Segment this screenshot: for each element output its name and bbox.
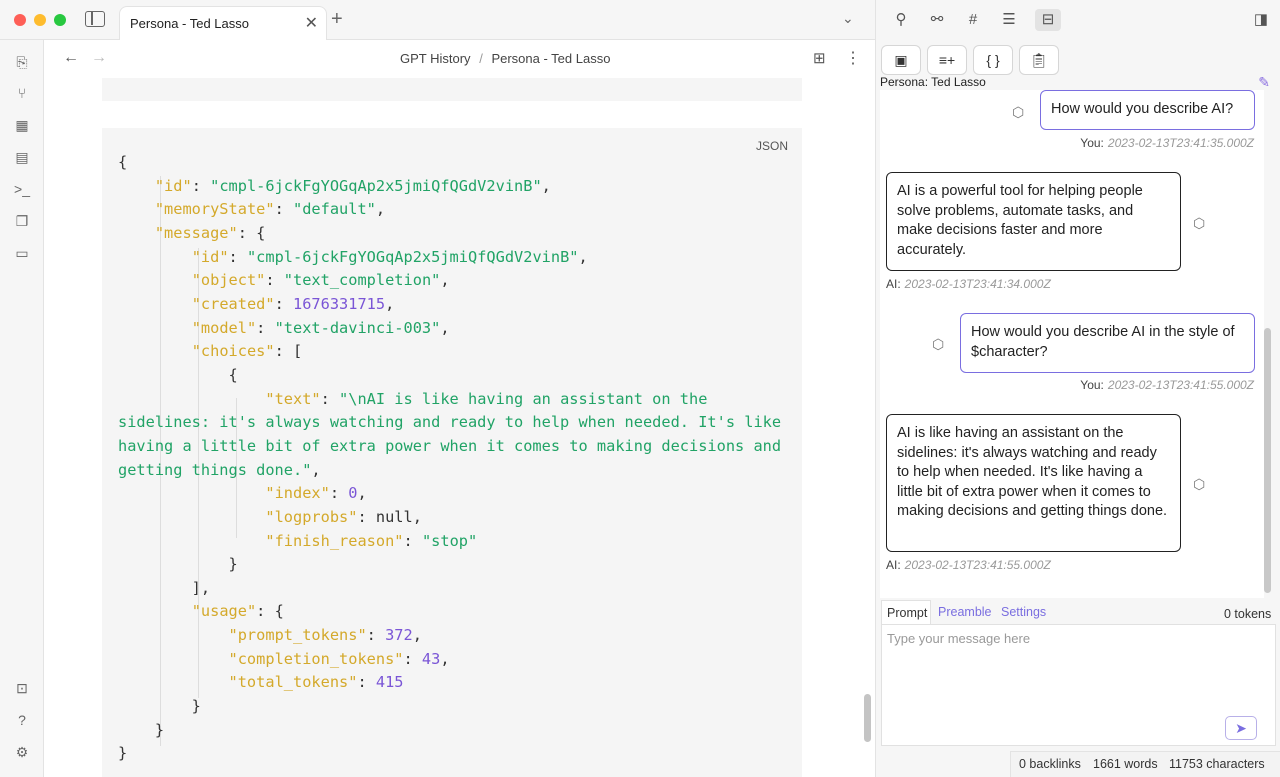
outline-list-icon[interactable]: ☰ <box>996 9 1022 31</box>
chat-icon[interactable]: ▭ <box>12 243 32 263</box>
tab-prompt-label: Prompt <box>887 606 928 620</box>
note-header: ← → GPT History / Persona - Ted Lasso ⊞ … <box>44 40 875 78</box>
tab-title: Persona - Ted Lasso <box>130 16 249 31</box>
forward-arrow-icon[interactable]: → <box>91 49 107 67</box>
reading-view-icon[interactable]: ⊞ <box>813 49 826 67</box>
previous-code-block <box>102 78 802 101</box>
message-sender: You: <box>1080 136 1104 150</box>
close-tab-icon[interactable]: ✕ <box>305 13 318 33</box>
message-meta: AI: 2023-02-13T23:41:34.000Z <box>886 277 1051 291</box>
chat-scrollbar[interactable] <box>1264 328 1271 593</box>
cube-search-icon[interactable]: ⬡ <box>1193 476 1205 493</box>
json-braces-icon[interactable]: { } <box>973 45 1013 75</box>
prompt-input[interactable]: Type your message here ➤ <box>881 624 1276 746</box>
open-quick-switcher-icon[interactable]: ⎘ <box>12 52 32 72</box>
templates-icon[interactable]: ❐ <box>12 211 32 231</box>
cube-search-icon[interactable]: ⬡ <box>1193 215 1205 232</box>
user-message[interactable]: How would you describe AI? <box>1040 90 1255 130</box>
toggle-left-sidebar-icon[interactable] <box>85 11 105 27</box>
ai-message[interactable]: AI is like having an assistant on the si… <box>886 414 1181 552</box>
backlinks-icon[interactable]: ⚲ <box>888 9 914 31</box>
tab-settings[interactable]: Settings <box>1001 605 1046 619</box>
editor-scrollbar[interactable] <box>864 694 871 742</box>
breadcrumb-parent[interactable]: GPT History <box>400 51 471 66</box>
status-bar: 0 backlinks 1661 words 11753 characters <box>1010 751 1280 777</box>
zoom-window-button[interactable] <box>54 14 66 26</box>
clipboard-icon[interactable]: 📋︎ <box>1019 45 1059 75</box>
ai-message[interactable]: AI is a powerful tool for helping people… <box>886 172 1181 271</box>
more-options-icon[interactable]: ⋮ <box>845 48 861 68</box>
editor-pane[interactable]: JSON { "id": "cmpl-6jckFgYOGqAp2x5jmiQfQ… <box>44 78 875 777</box>
tab-preamble[interactable]: Preamble <box>938 605 992 619</box>
graph-view-icon[interactable]: ⑂ <box>12 83 32 103</box>
message-time: 2023-02-13T23:41:55.000Z <box>904 558 1051 572</box>
breadcrumb: GPT History / Persona - Ted Lasso <box>400 51 610 66</box>
settings-gear-icon[interactable]: ⚙ <box>12 742 32 762</box>
breadcrumb-current[interactable]: Persona - Ted Lasso <box>491 51 610 66</box>
insert-text-icon[interactable]: ≡+ <box>927 45 967 75</box>
message-sender: You: <box>1080 378 1104 392</box>
tab-prompt[interactable]: Prompt <box>881 600 931 624</box>
message-time: 2023-02-13T23:41:34.000Z <box>904 277 1051 291</box>
message-sender: AI: <box>886 558 901 572</box>
chevron-down-icon[interactable]: ⌄ <box>842 10 854 27</box>
json-code-block[interactable]: JSON { "id": "cmpl-6jckFgYOGqAp2x5jmiQfQ… <box>102 128 802 777</box>
message-sender: AI: <box>886 277 901 291</box>
breadcrumb-separator: / <box>479 51 483 66</box>
word-count: 1661 words <box>1093 757 1158 771</box>
minimize-window-button[interactable] <box>34 14 46 26</box>
help-icon[interactable]: ? <box>12 710 32 730</box>
user-message[interactable]: How would you describe AI in the style o… <box>960 313 1255 373</box>
message-time: 2023-02-13T23:41:35.000Z <box>1107 136 1254 150</box>
close-window-button[interactable] <box>14 14 26 26</box>
send-icon[interactable]: ➤ <box>1225 716 1257 740</box>
back-arrow-icon[interactable]: ← <box>63 49 79 67</box>
message-time: 2023-02-13T23:41:55.000Z <box>1107 378 1254 392</box>
message-meta: You: 2023-02-13T23:41:35.000Z <box>1080 136 1254 150</box>
gpt-assistant-icon[interactable]: ⊟ <box>1035 9 1061 31</box>
token-count: 0 tokens <box>1224 607 1272 621</box>
toggle-right-sidebar-icon[interactable]: ◨ <box>1248 9 1274 31</box>
vault-switcher-icon[interactable]: ⊡ <box>12 678 32 698</box>
title-bar: Persona - Ted Lasso ✕ + ⌄ <box>0 0 875 41</box>
canvas-icon[interactable]: ▦ <box>12 115 32 135</box>
message-meta: You: 2023-02-13T23:41:55.000Z <box>1080 378 1254 392</box>
chat-history[interactable]: ⬡ How would you describe AI? You: 2023-02… <box>880 90 1264 598</box>
outgoing-links-icon[interactable]: ⚯ <box>924 9 950 31</box>
left-ribbon: ⎘ ⑂ ▦ ▤ >_ ❐ ▭ ⊡ ? ⚙ <box>0 40 44 777</box>
prompt-placeholder: Type your message here <box>887 631 1031 646</box>
save-icon[interactable]: ▣ <box>881 45 921 75</box>
tab-persona-ted-lasso[interactable]: Persona - Ted Lasso ✕ <box>119 6 327 41</box>
cube-search-icon[interactable]: ⬡ <box>1012 104 1024 121</box>
persona-label: Persona: Ted Lasso <box>880 75 986 89</box>
new-tab-icon[interactable]: + <box>331 8 343 31</box>
code-content: { "id": "cmpl-6jckFgYOGqAp2x5jmiQfQGdV2v… <box>118 153 782 763</box>
edit-pencil-icon[interactable]: ✎ <box>1258 74 1270 91</box>
cube-search-icon[interactable]: ⬡ <box>932 336 944 353</box>
message-meta: AI: 2023-02-13T23:41:55.000Z <box>886 558 1051 572</box>
tags-hash-icon[interactable]: # <box>960 9 986 31</box>
character-count: 11753 characters <box>1169 757 1265 771</box>
backlinks-count[interactable]: 0 backlinks <box>1019 757 1081 771</box>
daily-note-icon[interactable]: ▤ <box>12 147 32 167</box>
command-palette-icon[interactable]: >_ <box>12 179 32 199</box>
